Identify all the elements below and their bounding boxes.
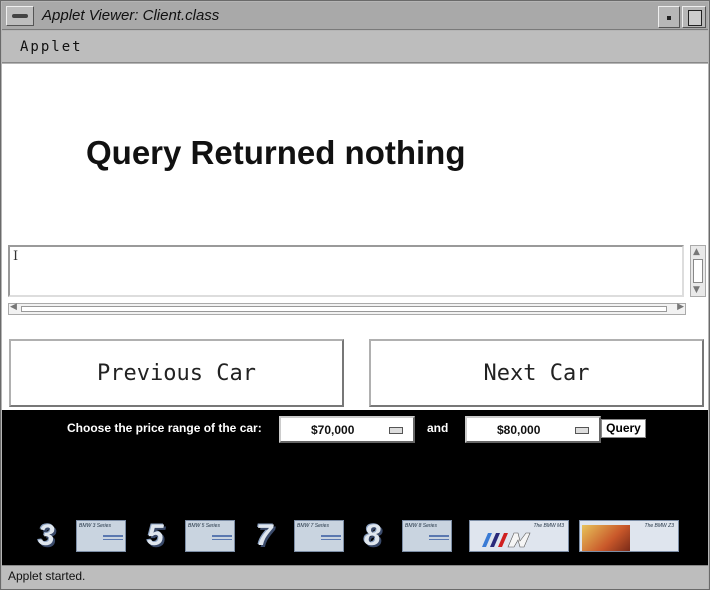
query-panel: Choose the price range of the car: $70,0… <box>2 410 708 565</box>
dropdown-indicator-icon[interactable] <box>389 427 403 434</box>
series-card: BMW 3 Series <box>76 520 126 552</box>
min-price-select[interactable]: $70,000 <box>279 416 415 443</box>
query-button[interactable]: Query <box>601 419 646 438</box>
min-price-value: $70,000 <box>311 423 355 437</box>
series-number: 8 <box>364 519 381 552</box>
horizontal-scrollbar[interactable]: ◀ ▶ <box>8 302 686 315</box>
series-number: 7 <box>256 519 273 552</box>
m3-thumbnail[interactable]: The BMW M3 <box>469 520 569 552</box>
series-number: 3 <box>38 519 55 552</box>
series-number: 5 <box>147 519 164 552</box>
minimize-icon[interactable] <box>658 6 680 28</box>
series-card: BMW 5 Series <box>185 520 235 552</box>
series-caption: BMW 3 Series <box>79 523 111 529</box>
status-bar: Applet started. <box>2 565 708 589</box>
series-caption: BMW 7 Series <box>297 523 329 529</box>
menu-applet[interactable]: Applet <box>20 39 83 55</box>
scroll-up-icon[interactable]: ▲ <box>693 247 700 257</box>
query-result-message: Query Returned nothing <box>86 134 466 171</box>
window-title: Applet Viewer: Client.class <box>42 7 220 24</box>
next-car-button[interactable]: Next Car <box>369 339 704 407</box>
series-card: BMW 8 Series <box>402 520 452 552</box>
applet-content: Query Returned nothing I ▲ ▼ ◀ ▶ Previou… <box>2 64 708 410</box>
series-card: BMW 7 Series <box>294 520 344 552</box>
series-caption: BMW 8 Series <box>405 523 437 529</box>
previous-car-button[interactable]: Previous Car <box>9 339 344 407</box>
max-price-select[interactable]: $80,000 <box>465 416 601 443</box>
m3-caption: The BMW M3 <box>533 523 564 529</box>
menu-bar: Applet <box>2 31 708 63</box>
series-caption: BMW 5 Series <box>188 523 220 529</box>
max-price-value: $80,000 <box>497 423 541 437</box>
z3-photo <box>582 525 630 551</box>
result-text-area[interactable]: I <box>8 245 684 297</box>
window-menu-icon[interactable] <box>6 6 34 26</box>
horizontal-scroll-track[interactable] <box>21 306 667 312</box>
bmw-m-logo-icon <box>482 532 531 548</box>
vertical-scroll-thumb[interactable] <box>693 259 703 283</box>
z3-caption: The BMW Z3 <box>644 523 674 529</box>
scroll-right-icon[interactable]: ▶ <box>677 302 684 312</box>
scroll-down-icon[interactable]: ▼ <box>693 285 700 295</box>
maximize-icon[interactable] <box>682 6 706 28</box>
applet-viewer-window: Applet Viewer: Client.class Applet Query… <box>0 0 710 590</box>
dropdown-indicator-icon[interactable] <box>575 427 589 434</box>
title-bar[interactable]: Applet Viewer: Client.class <box>2 2 708 30</box>
and-label: and <box>427 421 449 435</box>
status-text: Applet started. <box>8 569 86 583</box>
scroll-left-icon[interactable]: ◀ <box>10 302 17 312</box>
text-cursor-icon: I <box>13 249 19 264</box>
vertical-scrollbar[interactable]: ▲ ▼ <box>690 245 706 297</box>
z3-thumbnail[interactable]: The BMW Z3 <box>579 520 679 552</box>
price-range-label: Choose the price range of the car: <box>67 421 262 435</box>
